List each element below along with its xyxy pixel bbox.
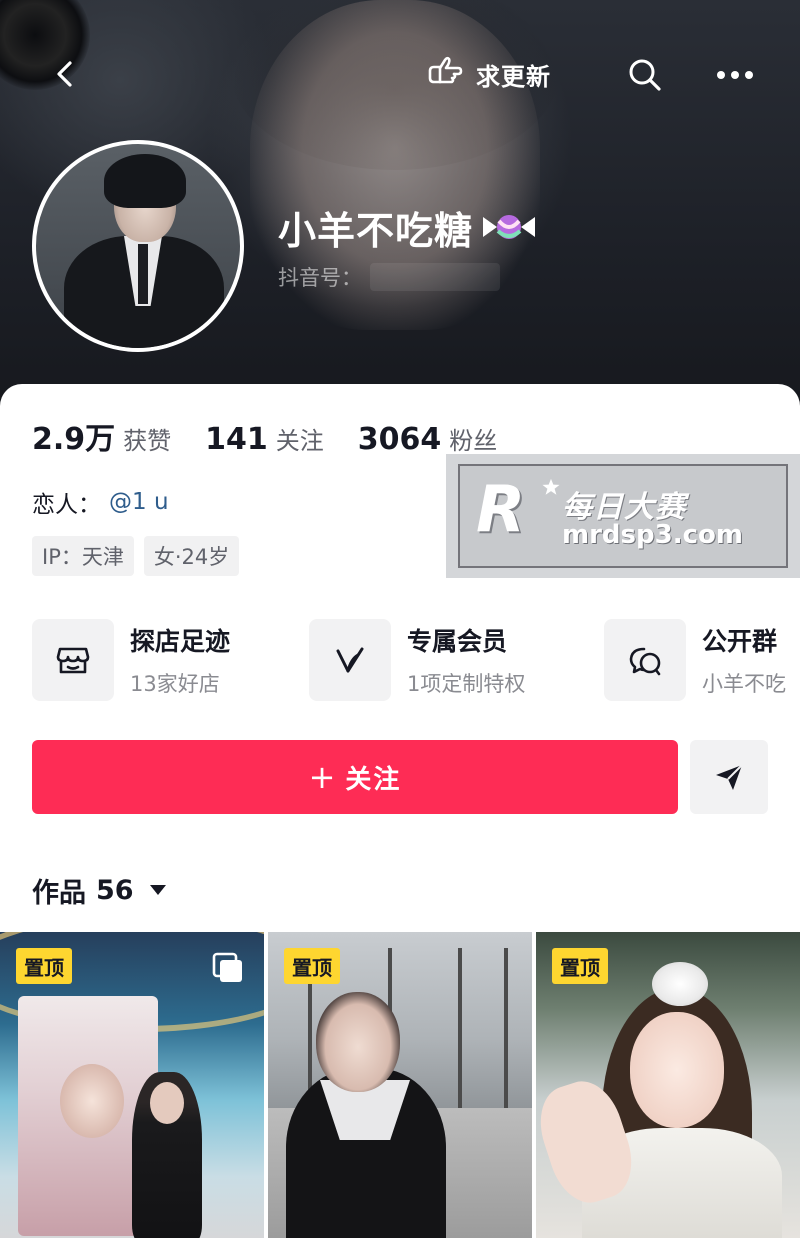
work-thumbnail[interactable]: 置顶 [536,932,800,1238]
share-button[interactable] [690,740,768,814]
service-subtitle: 小羊不吃 [702,672,786,696]
stat-label: 关注 [275,427,324,455]
profile-sheet: 2.9万 获赞 141 关注 3064 粉丝 恋人： @1 u IP：天津 女·… [0,384,800,1238]
request-update-button[interactable]: 求更新 [424,54,551,94]
multi-image-icon [212,952,242,982]
lover-link[interactable]: @1 u [109,489,169,515]
stat-value: 3064 [357,422,442,457]
service-title: 公开群 [702,627,778,656]
stat-label: 获赞 [123,427,172,455]
stat-label: 粉丝 [449,427,498,455]
profile-tags: IP：天津 女·24岁 [32,536,240,576]
tag-gender-age: 女·24岁 [143,536,240,576]
stat-value: 141 [205,422,268,457]
shop-icon [56,647,90,674]
pinned-badge: 置顶 [552,948,608,984]
back-button[interactable] [44,52,88,96]
douyin-id: 抖音号： [278,262,500,292]
member-v-icon [336,647,364,673]
lover-row: 恋人： @1 u [32,484,169,520]
group-chat-icon [629,647,661,676]
more-dots-icon [717,71,753,79]
profile-nickname: 小羊不吃糖 [278,200,539,254]
chevron-left-icon [57,61,72,87]
watermark-url: mrdsp3.com [562,520,743,550]
pinned-badge: 置顶 [16,948,72,984]
works-grid: 置顶 置顶 置顶 [0,932,800,1238]
caret-down-icon [149,885,166,895]
service-title: 探店足迹 [130,627,231,656]
service-title: 专属会员 [407,627,508,656]
more-options-button[interactable] [712,54,758,96]
avatar[interactable] [32,140,244,352]
service-shop-visits[interactable]: 探店足迹 13家好店 [32,618,230,702]
follow-button[interactable]: + 关注 [32,740,678,814]
follow-label: 关注 [345,764,402,795]
service-subtitle: 1项定制特权 [407,672,526,696]
star-icon [542,478,560,495]
stat-value: 2.9万 [32,422,116,457]
works-tab[interactable]: 作品 56 [32,870,168,910]
service-membership[interactable]: 专属会员 1项定制特权 [309,618,525,702]
works-label: 作品 [32,877,86,909]
search-icon [629,59,661,91]
pointing-hand-icon [428,56,463,84]
watermark-logo-letter: R [476,473,526,547]
stat-likes[interactable]: 2.9万 获赞 [32,414,171,458]
send-icon [716,764,743,790]
tag-ip-location: IP：天津 [32,536,134,576]
lover-label: 恋人： [32,492,101,518]
request-update-label: 求更新 [476,62,551,91]
pinned-badge: 置顶 [284,948,340,984]
douyin-id-label: 抖音号： [278,266,362,290]
profile-cover: 求更新 小羊不吃糖 抖音号： [0,0,800,420]
douyin-id-value-redacted [370,263,500,291]
top-navigation-bar: 求更新 [0,40,800,110]
service-public-group[interactable]: 公开群 小羊不吃 [604,618,786,702]
work-thumbnail[interactable]: 置顶 [268,932,532,1238]
search-button[interactable] [624,54,666,96]
stat-following[interactable]: 141 关注 [205,421,324,457]
nickname-text: 小羊不吃糖 [278,208,474,253]
service-cards: 探店足迹 13家好店 专属会员 1项定制特权 公开群 小羊不吃 [32,618,800,702]
candy-icon [483,215,536,239]
plus-icon: + [308,758,336,796]
profile-stats: 2.9万 获赞 141 关注 3064 粉丝 [32,414,497,462]
watermark-overlay: R 每日大赛 mrdsp3.com [446,454,800,578]
work-thumbnail[interactable]: 置顶 [0,932,264,1238]
works-count: 56 [96,874,134,906]
stat-followers[interactable]: 3064 粉丝 [358,421,498,457]
service-subtitle: 13家好店 [130,672,220,696]
